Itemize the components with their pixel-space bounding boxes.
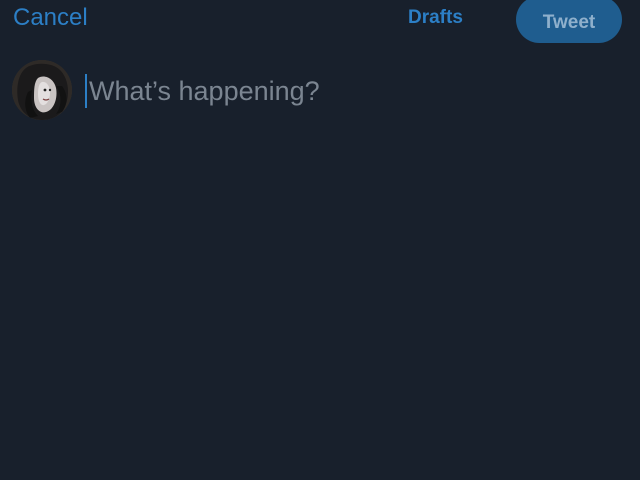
text-cursor xyxy=(85,74,87,108)
compose-input[interactable]: What’s happening? xyxy=(89,74,320,108)
compose-header: Cancel Drafts Tweet xyxy=(0,0,640,43)
compose-area[interactable]: What’s happening? xyxy=(85,72,320,110)
tweet-button[interactable]: Tweet xyxy=(516,0,622,43)
tweet-button-label: Tweet xyxy=(542,11,596,33)
avatar-image xyxy=(12,60,72,120)
user-avatar[interactable] xyxy=(12,60,72,120)
drafts-button[interactable]: Drafts xyxy=(408,6,463,30)
cancel-button[interactable]: Cancel xyxy=(13,4,88,32)
